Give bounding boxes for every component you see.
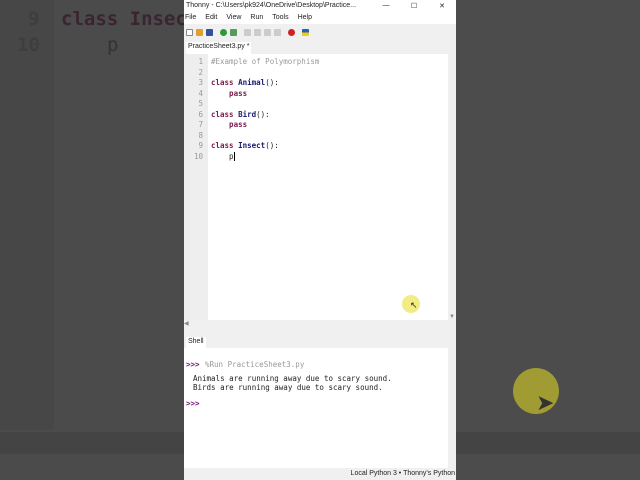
code-line: class Bird(): — [211, 110, 270, 120]
bg-line-number: 9 — [28, 8, 40, 30]
save-icon[interactable] — [206, 28, 213, 36]
step-over-icon[interactable] — [244, 28, 251, 36]
step-into-icon[interactable] — [254, 28, 261, 36]
menu-edit[interactable]: Edit — [205, 14, 217, 21]
line-number: 3 — [198, 78, 203, 87]
shell-panel[interactable]: >>> %Run PracticeSheet3.py Animals are r… — [184, 348, 448, 468]
code-token: p — [211, 151, 234, 161]
ukraine-flag-icon[interactable] — [302, 28, 309, 36]
editor-horizontal-scrollbar[interactable]: ◀ — [184, 320, 448, 330]
code-token: class — [211, 78, 239, 87]
thonny-window: Thonny - C:\Users\pk924\OneDrive\Desktop… — [184, 0, 456, 480]
code-line: class Insect(): — [211, 141, 279, 151]
run-icon[interactable] — [220, 28, 227, 36]
menu-tools[interactable]: Tools — [272, 14, 288, 21]
tab-shell[interactable]: Shell — [186, 337, 206, 348]
stop-icon[interactable] — [288, 28, 295, 36]
close-button[interactable]: ✕ — [428, 2, 456, 10]
code-token: class — [211, 141, 239, 150]
line-number: 8 — [198, 130, 203, 140]
background-editor — [0, 0, 184, 480]
window-title: Thonny - C:\Users\pk924\OneDrive\Desktop… — [186, 2, 357, 9]
line-number: 4 — [198, 88, 203, 98]
minimize-button[interactable]: — — [372, 2, 400, 10]
code-token: class — [211, 109, 239, 119]
step-out-icon[interactable] — [264, 28, 271, 36]
code-line: #Example of Polymorphism — [211, 57, 319, 67]
resume-icon[interactable] — [274, 28, 281, 36]
line-number: 6 — [198, 109, 203, 119]
line-number: 5 — [198, 99, 203, 108]
shell-prompt: >>> — [186, 399, 200, 408]
editor-vertical-scrollbar[interactable]: ▼ — [448, 54, 456, 320]
line-number: 2 — [198, 67, 203, 77]
code-token: (): — [265, 141, 279, 150]
shell-output-line: Birds are running away due to scary soun… — [193, 383, 383, 392]
background-gutter — [0, 0, 54, 430]
code-line: pass — [211, 89, 247, 99]
tab-practicesheet3[interactable]: PracticeSheet3.py * — [186, 42, 252, 54]
code-token: pass — [211, 88, 248, 98]
mouse-cursor-icon: ➤ — [536, 390, 555, 415]
code-line: pass — [211, 120, 247, 130]
status-bar[interactable]: Local Python 3 • Thonny's Python — [184, 468, 456, 480]
code-token: (): — [265, 78, 279, 87]
code-token: pass — [211, 120, 248, 129]
code-line: p — [211, 152, 234, 162]
debug-icon[interactable] — [230, 28, 237, 36]
bg-code: p — [107, 34, 119, 56]
menu-bar: File Edit View Run Tools Help — [184, 11, 456, 24]
shell-prompt: >>> — [186, 360, 200, 369]
code-line: class Animal(): — [211, 78, 279, 88]
maximize-button[interactable]: ☐ — [400, 2, 428, 10]
menu-run[interactable]: Run — [250, 14, 263, 21]
line-number: 10 — [193, 151, 203, 161]
shell-output-line: Animals are running away due to scary so… — [193, 374, 392, 383]
bg-code: class Insec — [61, 8, 187, 30]
code-token: Animal — [238, 78, 266, 87]
bg-line-number: 10 — [17, 34, 40, 56]
line-number: 1 — [198, 57, 203, 66]
line-number: 9 — [198, 141, 203, 150]
code-token: #Example of Polymorphism — [211, 57, 320, 66]
text-cursor — [234, 152, 235, 161]
code-token: (): — [256, 109, 270, 119]
title-bar: Thonny - C:\Users\pk924\OneDrive\Desktop… — [184, 0, 456, 11]
toolbar — [184, 24, 456, 40]
new-file-icon[interactable] — [186, 28, 193, 36]
menu-help[interactable]: Help — [298, 14, 312, 21]
line-number: 7 — [198, 120, 203, 129]
code-token: Insect — [238, 141, 266, 150]
open-file-icon[interactable] — [196, 28, 203, 36]
shell-command: %Run PracticeSheet3.py — [205, 360, 305, 369]
code-token: Bird — [238, 109, 257, 119]
menu-file[interactable]: File — [185, 14, 196, 21]
mouse-cursor-icon: ↖ — [410, 300, 418, 310]
menu-view[interactable]: View — [226, 14, 241, 21]
code-editor[interactable]: 1 #Example of Polymorphism 2 3 class Animal(… — [184, 54, 448, 320]
